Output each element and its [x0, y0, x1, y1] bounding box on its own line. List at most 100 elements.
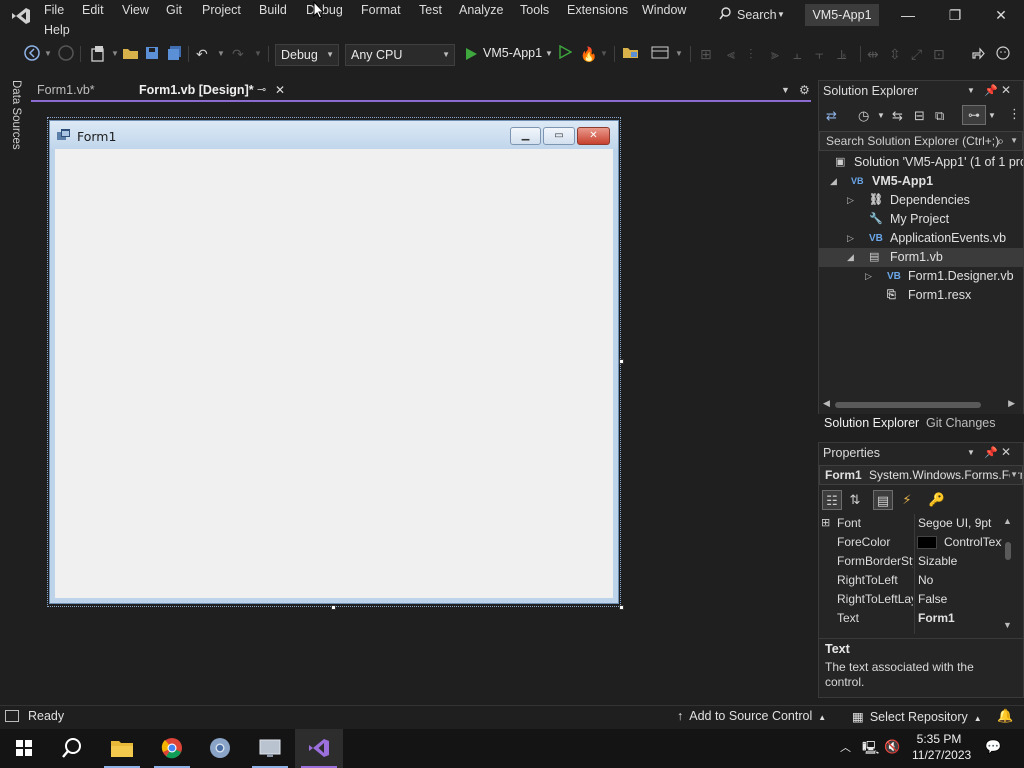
expand-right-icon[interactable]: ▷ [865, 267, 872, 286]
chevron-down-icon[interactable]: ▼ [254, 45, 262, 63]
property-value[interactable]: Sizable [918, 552, 1002, 571]
menu-help[interactable]: Help [44, 23, 70, 37]
property-row-righttoleft[interactable]: RightToLeft No [819, 571, 1003, 590]
save-all-icon[interactable] [166, 45, 184, 63]
align-lefts-icon[interactable]: ⫷ [727, 45, 735, 63]
expand-down-icon[interactable]: ◢ [830, 172, 837, 191]
align-tops-icon[interactable]: ⫠ [793, 45, 801, 63]
gear-icon[interactable]: ⚙ [799, 83, 810, 97]
pin-icon[interactable]: 📌 [984, 446, 998, 459]
solution-configuration-select[interactable]: Debug ▼ [275, 44, 339, 66]
hot-reload-icon[interactable]: 🔥 [580, 45, 597, 63]
more-options-icon[interactable]: ⋮ [1008, 106, 1021, 122]
make-same-height-icon[interactable]: ⇳ [889, 45, 901, 63]
resize-handle-bottom-right[interactable] [619, 605, 624, 610]
expand-plus-icon[interactable]: ⊞ [821, 514, 830, 533]
chevron-down-icon[interactable]: ▼ [217, 45, 225, 63]
visual-studio-button[interactable] [295, 729, 343, 768]
make-same-size-icon[interactable]: ⤢ [911, 45, 922, 63]
property-row-righttoleftlayout[interactable]: RightToLeftLayout False [819, 590, 1003, 609]
menu-tools[interactable]: Tools [520, 3, 549, 17]
tab-solution-explorer[interactable]: Solution Explorer [824, 416, 919, 430]
tree-item-solution[interactable]: ▣ Solution 'VM5-App1' (1 of 1 project) [835, 153, 1023, 172]
chevron-down-icon[interactable]: ▼ [600, 45, 608, 63]
refresh-icon[interactable]: ⇆ [892, 108, 903, 124]
property-value[interactable]: False [918, 590, 1002, 609]
open-folder-icon[interactable] [122, 45, 140, 63]
volume-muted-icon[interactable]: 🔇 [884, 739, 900, 755]
resize-handle-right[interactable] [619, 359, 624, 364]
align-bottoms-icon[interactable]: ⫡ [837, 45, 846, 63]
solution-horizontal-scrollbar[interactable]: ◀ ▶ [821, 398, 1017, 412]
tree-item-my-project[interactable]: 🔧 My Project [845, 210, 1023, 229]
solution-platform-select[interactable]: Any CPU ▼ [345, 44, 455, 66]
undo-icon[interactable]: ↶ [196, 45, 208, 63]
data-sources-tab[interactable]: Data Sources [10, 80, 22, 150]
select-repository-button[interactable]: ▦ Select Repository ▲ [852, 709, 982, 724]
menu-window[interactable]: Window [642, 3, 686, 17]
save-icon[interactable] [144, 45, 160, 63]
size-to-grid-icon[interactable]: ⊡ [933, 45, 945, 63]
scroll-down-icon[interactable]: ▼ [1003, 620, 1012, 630]
menu-extensions[interactable]: Extensions [567, 3, 628, 17]
start-button[interactable] [0, 729, 48, 768]
history-icon[interactable]: ◷ [858, 108, 869, 124]
menu-git[interactable]: Git [166, 3, 182, 17]
taskbar-clock[interactable]: 5:35 PM 11/27/2023 [912, 731, 971, 763]
show-all-files-icon[interactable]: ⧉ [935, 108, 944, 124]
chevron-down-icon[interactable]: ▼ [675, 45, 683, 63]
pin-icon[interactable]: 📌 [984, 84, 998, 97]
expand-down-icon[interactable]: ◢ [847, 248, 854, 267]
tree-item-dependencies[interactable]: ▷ ⛓ Dependencies [845, 191, 1023, 210]
tab-order-icon[interactable] [651, 45, 669, 63]
network-icon[interactable]: 🖳 [862, 739, 879, 761]
form1-client-area[interactable] [55, 149, 613, 598]
layout-folder-icon[interactable] [622, 45, 640, 63]
tree-item-applicationevents[interactable]: ▷ VB ApplicationEvents.vb [845, 229, 1023, 248]
property-row-forecolor[interactable]: ForeColor ControlText [819, 533, 1003, 552]
menu-edit[interactable]: Edit [82, 3, 104, 17]
menu-view[interactable]: View [122, 3, 149, 17]
chevron-down-icon[interactable]: ▼ [967, 86, 975, 95]
switch-views-button[interactable]: ⊶ [962, 105, 986, 125]
tree-item-form1-resx[interactable]: ⎘ Form1.resx [863, 286, 1023, 305]
property-row-font[interactable]: ⊞ Font Segoe UI, 9pt [819, 514, 1003, 533]
scroll-up-icon[interactable]: ▲ [1003, 516, 1012, 526]
property-row-formborderstyle[interactable]: FormBorderStyle Sizable [819, 552, 1003, 571]
restore-button[interactable]: ❐ [940, 4, 970, 26]
categorized-icon[interactable]: ☷ [822, 490, 842, 510]
align-rights-icon[interactable]: ⫸ [771, 45, 779, 63]
properties-vertical-scrollbar[interactable]: ▲ ▼ [1001, 514, 1015, 634]
chrome-button[interactable] [148, 729, 196, 768]
events-lightning-icon[interactable]: ⚡ [897, 490, 917, 510]
chevron-up-icon[interactable]: ︿ [840, 739, 851, 755]
close-button[interactable]: ✕ [986, 4, 1016, 26]
add-to-source-control-button[interactable]: ↑ Add to Source Control ▲ [677, 709, 826, 723]
tab-git-changes[interactable]: Git Changes [926, 416, 995, 430]
pin-icon[interactable]: ⊸ [257, 80, 266, 100]
scrollbar-thumb[interactable] [835, 402, 981, 408]
property-pages-icon[interactable]: 🔑 [927, 490, 947, 510]
menu-build[interactable]: Build [259, 3, 287, 17]
sync-icon[interactable]: ⇄ [826, 108, 837, 124]
scroll-right-icon[interactable]: ▶ [1008, 398, 1015, 409]
notifications-bell-icon[interactable]: 🔔 [997, 708, 1013, 724]
new-project-icon[interactable] [89, 45, 107, 63]
grid-align-icon[interactable]: ⊞ [700, 45, 712, 63]
tree-item-project[interactable]: ◢ VB VM5-App1 [828, 172, 1023, 191]
menu-project[interactable]: Project [202, 3, 241, 17]
alphabetical-icon[interactable]: ⇅ [845, 490, 865, 510]
navigate-forward-icon[interactable] [58, 45, 74, 63]
menu-analyze[interactable]: Analyze [459, 3, 503, 17]
chevron-down-icon[interactable]: ▼ [44, 45, 52, 63]
menu-format[interactable]: Format [361, 3, 401, 17]
property-value[interactable]: ControlText [944, 533, 1002, 552]
expand-right-icon[interactable]: ▷ [847, 229, 854, 248]
align-middles-icon[interactable]: ⫟ [815, 45, 823, 63]
property-value[interactable]: Segoe UI, 9pt [918, 514, 1002, 533]
live-share-icon[interactable] [970, 45, 986, 63]
scroll-left-icon[interactable]: ◀ [823, 398, 830, 409]
output-status-icon[interactable] [5, 710, 19, 722]
chrome-alt-button[interactable] [196, 729, 244, 768]
resize-handle-bottom[interactable] [331, 605, 336, 610]
